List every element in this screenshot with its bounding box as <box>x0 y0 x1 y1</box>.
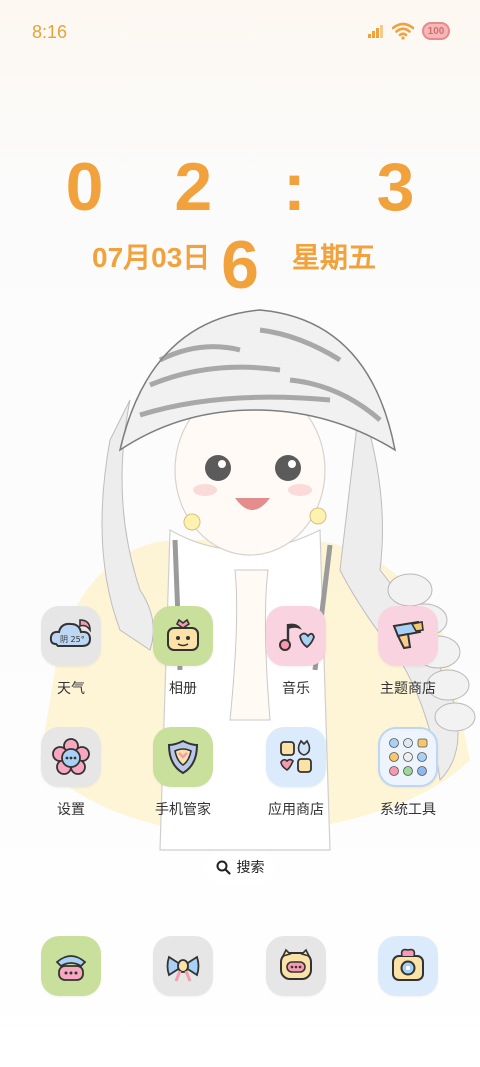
app-store-icon <box>266 727 326 787</box>
app-label: 天气 <box>57 681 85 697</box>
search-label: 搜索 <box>236 860 265 876</box>
app-label: 手机管家 <box>155 802 211 818</box>
app-settings[interactable]: 设置 <box>21 727 121 819</box>
contacts-piggy-icon <box>266 936 326 996</box>
wifi-icon <box>392 22 414 40</box>
svg-text:阴 25°: 阴 25° <box>60 635 85 644</box>
search-button[interactable]: 搜索 <box>205 851 275 883</box>
app-label: 系统工具 <box>380 802 436 818</box>
dock-messages[interactable] <box>133 936 233 996</box>
dock-phone[interactable] <box>21 936 121 996</box>
app-music[interactable]: 音乐 <box>246 606 346 698</box>
shield-icon <box>153 727 213 787</box>
phone-icon <box>41 936 101 996</box>
app-app-store[interactable]: 应用商店 <box>246 727 346 819</box>
app-label: 相册 <box>169 681 197 697</box>
app-system-tools-folder[interactable]: 系统工具 <box>358 727 458 819</box>
app-label: 应用商店 <box>268 802 324 818</box>
date-row: 07月03日 星期五 <box>0 236 480 276</box>
settings-flower-icon <box>41 727 101 787</box>
home-clock[interactable]: 0 2 : 3 6 <box>0 148 480 304</box>
status-bar: 8:16 100 <box>0 0 480 68</box>
dock-contacts[interactable] <box>246 936 346 996</box>
app-gallery[interactable]: 相册 <box>133 606 233 698</box>
app-theme-store[interactable]: 主题商店 <box>358 606 458 698</box>
app-weather[interactable]: 阴 25° 天气 <box>21 606 121 698</box>
app-label: 主题商店 <box>380 681 436 697</box>
status-icons: 100 <box>368 22 450 40</box>
weather-cloud-icon: 阴 25° <box>41 606 101 666</box>
status-time: 8:16 <box>32 22 68 42</box>
photo-album-icon <box>153 606 213 666</box>
app-phone-manager[interactable]: 手机管家 <box>133 727 233 819</box>
weekday-label: 星期五 <box>292 242 377 273</box>
battery-icon: 100 <box>422 22 450 40</box>
paint-brush-icon <box>378 606 438 666</box>
app-label: 音乐 <box>282 681 310 697</box>
cellular-signal-icon <box>368 25 383 38</box>
music-note-icon <box>266 606 326 666</box>
search-icon <box>216 860 231 875</box>
app-label: 设置 <box>57 802 85 818</box>
dock-camera[interactable] <box>358 936 458 996</box>
camera-icon <box>378 936 438 996</box>
date-label: 07月03日 <box>92 242 211 273</box>
system-tools-folder-icon <box>378 727 438 787</box>
messages-bow-icon <box>153 936 213 996</box>
